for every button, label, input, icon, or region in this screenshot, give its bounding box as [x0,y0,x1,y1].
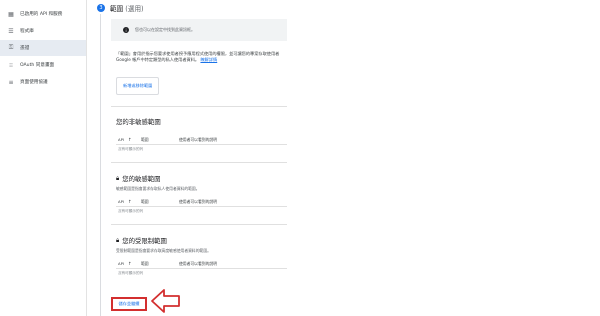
lock-icon: 🔒︎ [116,174,120,182]
sidebar-item-enabled-apis[interactable]: ▦ 已啟用的 API 和服務 [0,6,86,22]
section-title: 🔒︎ 您的受限制範圍 [116,236,287,246]
non-sensitive-scopes-section: 您的非敏感範圍 API ↑ 範圍 使用者可以看到的說明 沒有可顯示的列 [111,117,287,154]
sidebar-item-label: 程式庫 [20,29,34,34]
column-description: 使用者可以看到的說明 [179,137,217,143]
column-api[interactable]: API ↑ [116,137,141,143]
key-icon: ⚿ [8,44,14,51]
scopes-table: API ↑ 範圍 使用者可以看到的說明 沒有可顯示的列 [116,198,287,216]
divider [111,224,287,226]
sidebar-item-credentials[interactable]: ⚿ 憑證 [0,40,86,56]
sidebar-item-label: OAuth 同意畫面 [20,63,55,68]
lock-icon: 🔒︎ [116,236,120,244]
column-api[interactable]: API ↑ [116,199,141,205]
learn-more-link[interactable]: 瞭解詳情 [200,57,217,62]
step-title: 範圍 (選用) [110,3,144,13]
table-header: API ↑ 範圍 使用者可以看到的說明 [116,260,287,270]
annotation-arrow-icon [151,289,180,313]
column-description: 使用者可以看到的說明 [179,261,217,267]
sensitive-scopes-section: 🔒︎ 您的敏感範圍 敏感範圍是指會要求存取私人使用者資料的範圍。 API ↑ 範圍… [111,174,287,216]
add-remove-scopes-button[interactable]: 新增或移除範圍 [116,77,160,96]
section-title: 您的非敏感範圍 [116,117,287,126]
info-box: i 您也可以在設定中找到此資訊框。 [111,19,287,41]
restricted-scopes-section: 🔒︎ 您的受限制範圍 受限制範圍是指會要求存取高度敏感使用者資料的範圍。 API… [111,236,287,278]
column-scope: 範圍 [141,199,149,205]
column-api-label: API [118,199,125,205]
column-api[interactable]: API ↑ [116,261,141,267]
info-icon: i [123,27,129,33]
divider [111,106,287,108]
column-scope: 範圍 [141,137,149,143]
sidebar-item-label: 頁面使用協議 [20,80,48,85]
sidebar-item-oauth-consent[interactable]: ⁝⁝ OAuth 同意畫面 [0,57,86,73]
scopes-table: API ↑ 範圍 使用者可以看到的說明 沒有可顯示的列 [116,136,287,154]
section-title: 🔒︎ 您的敏感範圍 [116,174,287,184]
step-title-text: 範圍 [110,5,124,13]
library-icon: ☰ [8,27,14,35]
agreements-icon: ≡ [8,78,14,86]
empty-table-message: 沒有可顯示的列 [118,147,144,152]
table-header: API ↑ 範圍 使用者可以看到的說明 [116,136,287,146]
save-and-continue-button[interactable]: 儲存並繼續 [111,297,147,311]
description-text: 「範圍」會用於指示您要求使用者授予應用程式使用的權限，並可讓您的專案存取使用者 … [116,51,280,63]
section-title-text: 您的非敏感範圍 [116,118,161,127]
sort-arrow-icon[interactable]: ↑ [128,262,132,267]
sidebar-item-page-agreements[interactable]: ≡ 頁面使用協議 [0,74,86,90]
scopes-table: API ↑ 範圍 使用者可以看到的說明 沒有可顯示的列 [116,260,287,278]
main-content: 3 範圍 (選用) i 您也可以在設定中找到此資訊框。 「範圍」會用於指示您要求… [87,0,600,316]
grid-icon: ▦ [8,10,14,18]
sidebar-item-label: 已啟用的 API 和服務 [20,12,63,17]
divider [111,162,287,164]
scopes-description: 「範圍」會用於指示您要求使用者授予應用程式使用的權限，並可讓您的專案存取使用者 … [111,51,287,63]
sidebar: ▦ 已啟用的 API 和服務 ☰ 程式庫 ⚿ 憑證 ⁝⁝ OAuth 同意畫面 … [0,0,87,316]
column-description: 使用者可以看到的說明 [179,199,217,205]
step-number-badge: 3 [97,4,105,12]
sort-arrow-icon[interactable]: ↑ [128,138,132,143]
step-optional-label: (選用) [125,5,144,13]
column-api-label: API [118,261,125,267]
info-text: 您也可以在設定中找到此資訊框。 [135,27,195,32]
stepper-line [100,14,101,316]
empty-table-message: 沒有可顯示的列 [118,209,144,214]
column-scope: 範圍 [141,261,149,267]
sidebar-item-library[interactable]: ☰ 程式庫 [0,23,86,39]
section-title-text: 您的受限制範圍 [122,237,167,246]
sidebar-item-label: 憑證 [20,46,30,51]
section-title-text: 您的敏感範圍 [122,175,161,184]
sort-arrow-icon[interactable]: ↑ [128,200,132,205]
section-description: 敏感範圍是指會要求存取私人使用者資料的範圍。 [116,186,200,192]
step-header: 3 範圍 (選用) [97,3,144,13]
consent-icon: ⁝⁝ [9,61,13,69]
section-description: 受限制範圍是指會要求存取高度敏感使用者資料的範圍。 [116,248,211,254]
empty-table-message: 沒有可顯示的列 [118,271,144,276]
table-header: API ↑ 範圍 使用者可以看到的說明 [116,198,287,208]
scopes-panel: i 您也可以在設定中找到此資訊框。 「範圍」會用於指示您要求使用者授予應用程式使… [111,14,287,278]
column-api-label: API [118,137,125,143]
